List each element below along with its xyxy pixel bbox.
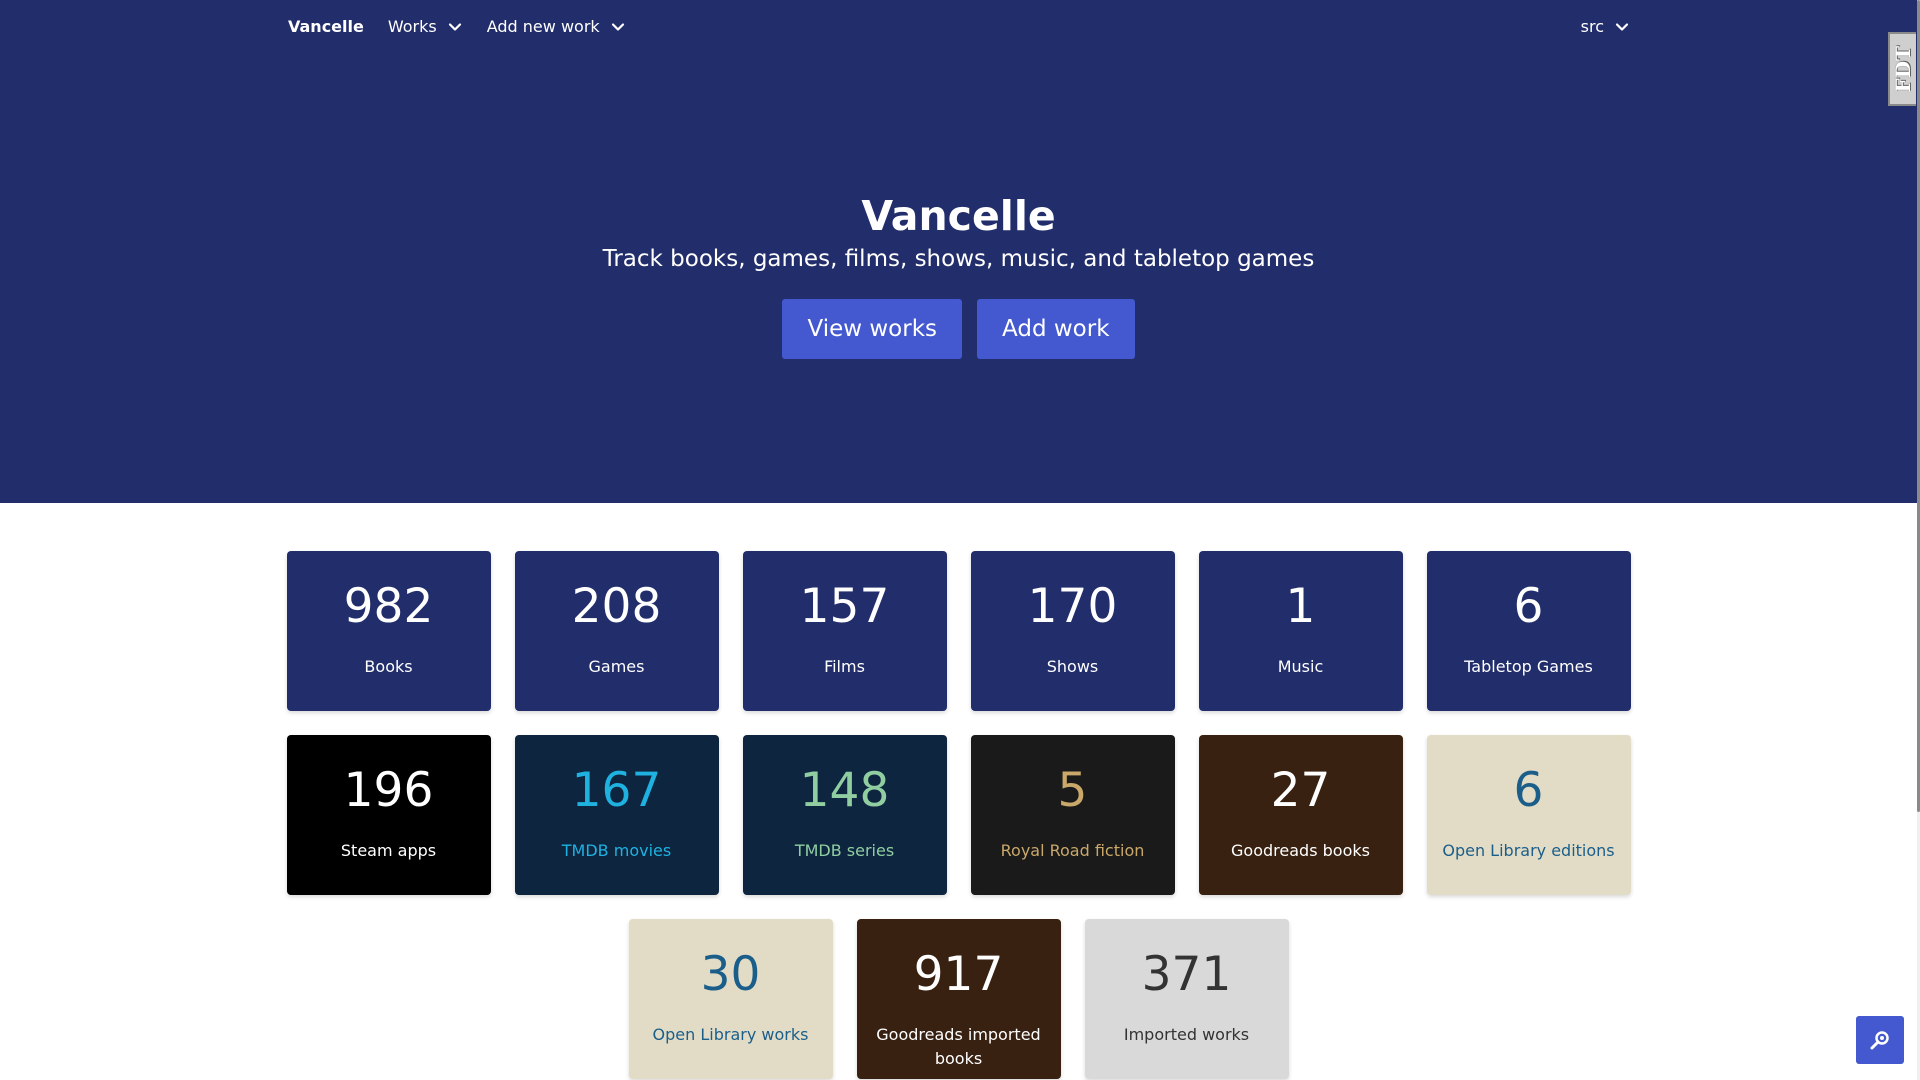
hero-section: Vancelle Works Add new work src Vancelle…: [0, 0, 1917, 503]
stat-label: Steam apps: [340, 840, 437, 860]
stat-label: Books: [364, 656, 413, 676]
stat-label: TMDB movies: [561, 840, 672, 860]
stat-value: 6: [1513, 763, 1544, 818]
stat-value: 5: [1057, 763, 1088, 818]
stat-value: 27: [1270, 763, 1331, 818]
search-button[interactable]: [1856, 1016, 1904, 1064]
stat-label: Royal Road fiction: [1000, 840, 1145, 860]
stat-label: Imported works: [1123, 1024, 1250, 1044]
stat-value: 917: [913, 947, 1004, 1002]
stats-row-sources: 196 Steam apps 167 TMDB movies 148 TMDB serie…: [0, 735, 1917, 895]
stats-section: 982 Books 208 Games 157 Films 170 Shows 1 Music 6 T…: [0, 551, 1917, 1080]
stat-value: 157: [799, 579, 890, 634]
stat-card[interactable]: 982 Books: [286, 551, 491, 711]
stat-label: Tabletop Games: [1464, 656, 1593, 676]
stats-row-imports: 30 Open Library works 917 Goodreads importe…: [0, 919, 1917, 1079]
stat-value: 982: [343, 579, 434, 634]
search-icon: [1870, 1031, 1889, 1050]
stat-card[interactable]: 1 Music: [1198, 551, 1403, 711]
stat-value: 148: [799, 763, 890, 818]
stat-value: 167: [571, 763, 662, 818]
stat-value: 170: [1027, 579, 1118, 634]
stat-card[interactable]: 371 Imported works: [1084, 919, 1289, 1079]
stat-card[interactable]: 170 Shows: [970, 551, 1175, 711]
nav-src-dropdown[interactable]: src: [1581, 17, 1630, 36]
nav-add-new-work-label: Add new work: [486, 17, 600, 36]
stat-card[interactable]: 6 Tabletop Games: [1426, 551, 1631, 711]
stat-label: Open Library works: [652, 1024, 809, 1044]
nav-works-dropdown[interactable]: Works: [388, 17, 463, 36]
navbar: Vancelle Works Add new work src: [288, 0, 1630, 53]
nav-src-label: src: [1580, 17, 1604, 36]
stat-label: Games: [588, 656, 645, 676]
stat-value: 196: [343, 763, 434, 818]
chevron-down-icon: [1615, 22, 1629, 31]
stat-card[interactable]: 167 TMDB movies: [514, 735, 719, 895]
hero-title: Vancelle: [861, 192, 1056, 240]
stat-value: 30: [700, 947, 761, 1002]
stat-card[interactable]: 157 Films: [742, 551, 947, 711]
stat-label: Goodreads imported books: [876, 1024, 1041, 1068]
stat-card[interactable]: 5 Royal Road fiction: [970, 735, 1175, 895]
chevron-down-icon: [611, 22, 624, 31]
debug-toolbar-label: FDT: [1891, 45, 1915, 93]
stat-card[interactable]: 30 Open Library works: [628, 919, 833, 1079]
chevron-down-icon: [448, 22, 461, 31]
stat-label: Open Library editions: [1442, 840, 1615, 860]
nav-brand[interactable]: Vancelle: [288, 17, 364, 36]
nav-add-new-work-dropdown[interactable]: Add new work: [487, 17, 626, 36]
stat-value: 208: [571, 579, 662, 634]
stat-label: Music: [1277, 656, 1324, 676]
hero-subtitle: Track books, games, films, shows, music,…: [602, 246, 1315, 272]
stat-card[interactable]: 148 TMDB series: [742, 735, 947, 895]
stat-card[interactable]: 196 Steam apps: [286, 735, 491, 895]
stats-row-primary: 982 Books 208 Games 157 Films 170 Shows 1 Music 6 T…: [0, 551, 1917, 711]
stat-card[interactable]: 6 Open Library editions: [1426, 735, 1631, 895]
stat-label: Goodreads books: [1231, 840, 1370, 860]
page: Vancelle Works Add new work src Vancelle…: [0, 0, 1920, 1080]
stat-label: Films: [824, 656, 865, 676]
nav-works-label: Works: [387, 17, 437, 36]
view-works-button[interactable]: View works: [782, 299, 963, 359]
stat-card[interactable]: 27 Goodreads books: [1198, 735, 1403, 895]
stat-card[interactable]: 917 Goodreads imported books: [856, 919, 1061, 1079]
stat-label: Shows: [1046, 656, 1099, 676]
add-work-button[interactable]: Add work: [977, 299, 1135, 359]
stat-value: 1: [1285, 579, 1316, 634]
stat-value: 6: [1513, 579, 1544, 634]
stat-value: 371: [1141, 947, 1232, 1002]
hero-buttons: View works Add work: [0, 299, 1917, 359]
stat-label: TMDB series: [794, 840, 895, 860]
debug-toolbar-tab[interactable]: FDT: [1888, 32, 1916, 106]
stat-card[interactable]: 208 Games: [514, 551, 719, 711]
